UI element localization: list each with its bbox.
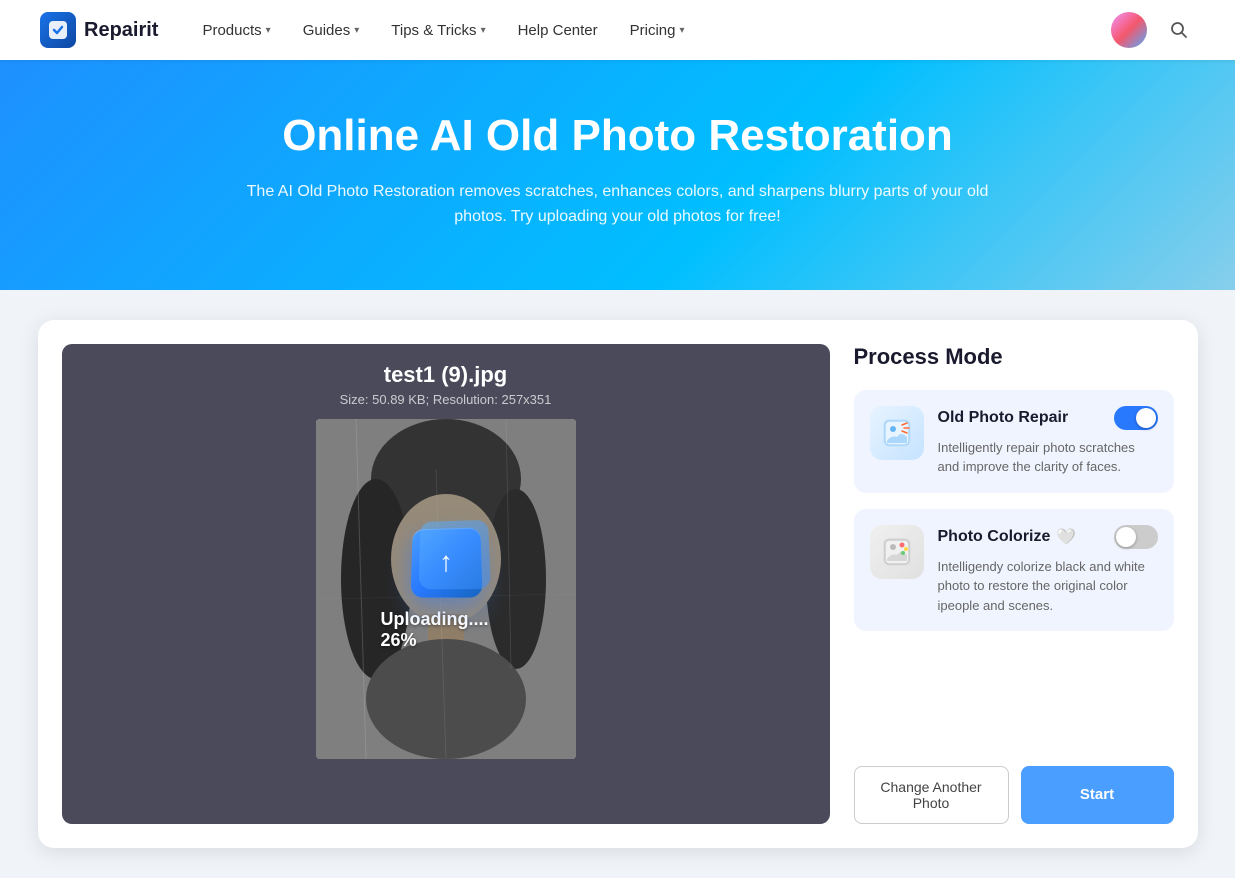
brand-icon: [40, 12, 76, 48]
chevron-down-icon: ▾: [481, 25, 486, 36]
mode-header-colorize: Photo Colorize 🤍: [938, 525, 1158, 549]
mode-content-colorize: Photo Colorize 🤍 Intelligendy colorize b…: [938, 525, 1158, 616]
brand-logo[interactable]: Repairit: [40, 12, 158, 48]
nav-label-guides: Guides: [303, 22, 351, 39]
avatar[interactable]: [1111, 12, 1147, 48]
photo-preview: ↑ Uploading.... 26%: [316, 419, 576, 759]
upload-cube-icon: ↑: [411, 527, 481, 597]
mode-desc-repair: Intelligently repair photo scratches and…: [938, 438, 1158, 477]
mode-name-colorize: Photo Colorize 🤍: [938, 527, 1077, 547]
upload-filename: test1 (9).jpg: [340, 362, 552, 388]
mode-icon-repair: [870, 406, 924, 460]
navbar: Repairit Products ▾ Guides ▾ Tips & Tric…: [0, 0, 1235, 60]
nav-item-help-center[interactable]: Help Center: [504, 14, 612, 47]
upload-arrow-icon: ↑: [438, 546, 452, 578]
toggle-knob-colorize: [1116, 527, 1136, 547]
toggle-old-photo-repair[interactable]: [1114, 406, 1158, 430]
hero-section: Online AI Old Photo Restoration The AI O…: [0, 60, 1235, 290]
nav-label-help-center: Help Center: [518, 22, 598, 39]
nav-item-products[interactable]: Products ▾: [188, 14, 284, 47]
chevron-down-icon: ▾: [266, 25, 271, 36]
nav-label-pricing: Pricing: [630, 22, 676, 39]
mode-card-old-photo-repair: Old Photo Repair Intelligently repair ph…: [854, 390, 1174, 493]
colorize-icon: [879, 534, 915, 570]
hero-title: Online AI Old Photo Restoration: [20, 110, 1215, 163]
nav-label-products: Products: [202, 22, 261, 39]
process-mode-title: Process Mode: [854, 344, 1174, 370]
chevron-down-icon: ▾: [354, 25, 359, 36]
toggle-knob-repair: [1136, 408, 1156, 428]
mode-name-repair: Old Photo Repair: [938, 409, 1069, 427]
mode-card-photo-colorize: Photo Colorize 🤍 Intelligendy colorize b…: [854, 509, 1174, 632]
repair-icon: [879, 415, 915, 451]
nav-item-tips-tricks[interactable]: Tips & Tricks ▾: [377, 14, 499, 47]
mode-header-repair: Old Photo Repair: [938, 406, 1158, 430]
upload-area: test1 (9).jpg Size: 50.89 KB; Resolution…: [62, 344, 830, 824]
process-panel: Process Mode Old Ph: [854, 344, 1174, 824]
nav-right: [1111, 12, 1195, 48]
upload-header: test1 (9).jpg Size: 50.89 KB; Resolution…: [320, 344, 572, 419]
sidebar-actions: Change Another Photo Start: [854, 746, 1174, 824]
nav-item-guides[interactable]: Guides ▾: [289, 14, 374, 47]
mode-content-repair: Old Photo Repair Intelligently repair ph…: [938, 406, 1158, 477]
nav-item-pricing[interactable]: Pricing ▾: [616, 14, 699, 47]
cube-3d: ↑: [410, 528, 482, 598]
upload-meta: Size: 50.89 KB; Resolution: 257x351: [340, 392, 552, 407]
search-icon[interactable]: [1163, 14, 1195, 46]
nav-label-tips-tricks: Tips & Tricks: [391, 22, 476, 39]
hero-subtitle: The AI Old Photo Restoration removes scr…: [243, 179, 993, 230]
upload-progress-overlay: ↑ Uploading.... 26%: [381, 527, 511, 651]
nav-links: Products ▾ Guides ▾ Tips & Tricks ▾ Help…: [188, 14, 1111, 47]
toggle-photo-colorize[interactable]: [1114, 525, 1158, 549]
mode-desc-colorize: Intelligendy colorize black and white ph…: [938, 557, 1158, 616]
colorize-emoji: 🤍: [1056, 527, 1076, 547]
uploading-progress-text: Uploading.... 26%: [381, 609, 511, 651]
mode-icon-colorize: [870, 525, 924, 579]
main-card: test1 (9).jpg Size: 50.89 KB; Resolution…: [38, 320, 1198, 848]
start-button[interactable]: Start: [1021, 766, 1174, 824]
change-another-photo-button[interactable]: Change Another Photo: [854, 766, 1009, 824]
brand-name: Repairit: [84, 19, 158, 42]
chevron-down-icon: ▾: [680, 25, 685, 36]
